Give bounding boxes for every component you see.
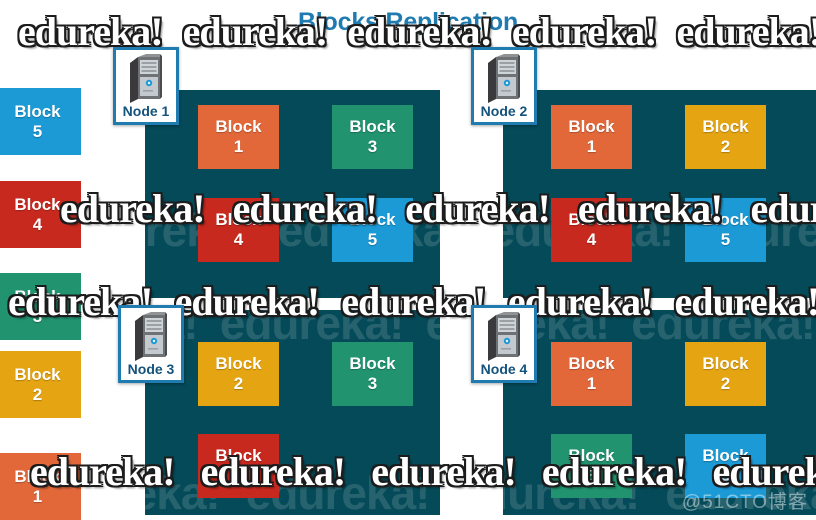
block-label: Block [349,354,396,374]
block-number: 5 [32,121,43,141]
block-tile[interactable]: Block 5 [685,198,766,262]
node-icon-node3[interactable]: Node 3 [118,305,184,383]
block-number: 5 [720,466,731,485]
block-tile[interactable]: Block 4 [198,198,279,262]
block-number: 5 [720,230,731,249]
block-number: 4 [586,230,597,249]
block-label: Block [568,446,615,466]
block-label: Block [215,210,262,230]
incoming-block-tile[interactable]: Block 3 [0,273,81,340]
block-tile[interactable]: Block 1 [551,342,632,406]
block-tile[interactable]: Block 3 [551,434,632,498]
computer-tower-icon [130,54,162,103]
block-number: 1 [32,486,43,506]
block-number: 2 [720,374,731,393]
node-icon-node4[interactable]: Node 4 [471,305,537,383]
block-tile[interactable]: Block 4 [551,198,632,262]
node-label: Node 1 [122,103,170,119]
node-label: Node 2 [480,103,528,119]
block-tile[interactable]: Block 4 [198,434,279,498]
block-number: 1 [586,374,597,393]
block-label: Block [568,354,615,374]
block-tile[interactable]: Block 2 [685,105,766,169]
node-panel-node3 [145,310,440,515]
incoming-block-tile[interactable]: Block 2 [0,351,81,418]
block-number: 3 [367,374,378,393]
block-label: Block [215,446,262,466]
block-label: Block [568,210,615,230]
node-panel-node2 [503,90,816,298]
block-number: 1 [233,137,244,156]
block-tile[interactable]: Block 2 [685,342,766,406]
node-label: Node 3 [127,361,175,377]
block-number: 5 [367,230,378,249]
block-number: 4 [233,230,244,249]
block-label: Block [568,117,615,137]
site-watermark: @51CTO博客 [681,492,808,513]
block-tile[interactable]: Block 3 [332,105,413,169]
block-tile[interactable]: Block 2 [198,342,279,406]
block-label: Block [215,354,262,374]
node-icon-node2[interactable]: Node 2 [471,47,537,125]
block-label: Block [349,117,396,137]
block-label: Block [702,210,749,230]
block-label: Block [215,117,262,137]
block-number: 4 [233,466,244,485]
computer-tower-icon [488,54,520,103]
block-label: Block [14,364,61,384]
block-number: 2 [32,384,43,404]
block-number: 3 [586,466,597,485]
block-label: Block [14,286,61,306]
node-icon-node1[interactable]: Node 1 [113,47,179,125]
block-label: Block [14,194,61,214]
block-label: Block [702,117,749,137]
node-label: Node 4 [480,361,528,377]
diagram-canvas: edureka! edureka! edureka! edureka! edureka!… [0,0,816,520]
block-number: 1 [586,137,597,156]
block-label: Block [14,466,61,486]
block-label: Block [702,446,749,466]
block-number: 3 [32,306,43,326]
incoming-block-tile[interactable]: Block 1 [0,453,81,520]
block-number: 4 [32,214,43,234]
computer-tower-icon [135,312,167,361]
incoming-block-tile[interactable]: Block 4 [0,181,81,248]
incoming-block-tile[interactable]: Block 5 [0,88,81,155]
block-number: 2 [720,137,731,156]
block-label: Block [349,210,396,230]
page-title: Blocks Replication [297,8,519,36]
block-number: 3 [367,137,378,156]
block-tile[interactable]: Block 5 [332,198,413,262]
block-tile[interactable]: Block 1 [198,105,279,169]
block-tile[interactable]: Block 1 [551,105,632,169]
node-panel-node4 [503,310,816,515]
block-label: Block [702,354,749,374]
block-number: 2 [233,374,244,393]
block-tile[interactable]: Block 3 [332,342,413,406]
computer-tower-icon [488,312,520,361]
block-label: Block [14,101,61,121]
